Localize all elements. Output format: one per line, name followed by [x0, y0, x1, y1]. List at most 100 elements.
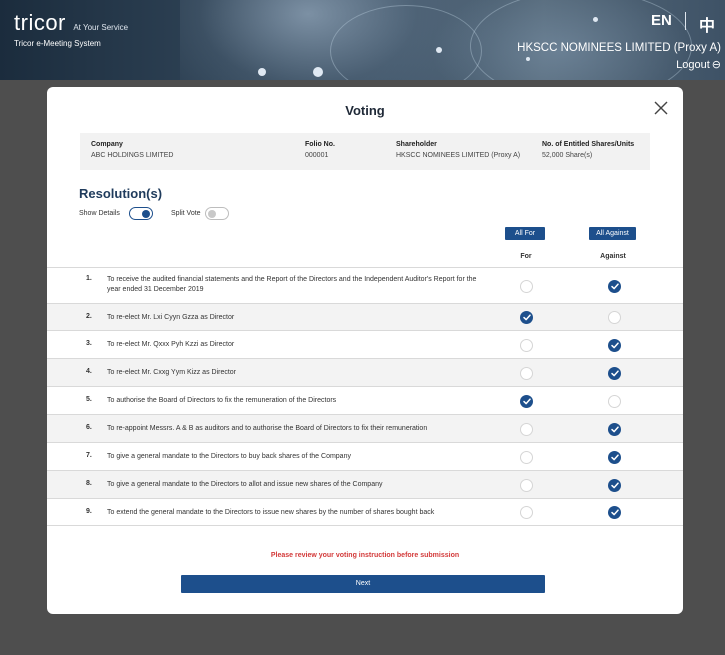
vote-for-radio[interactable] [520, 311, 533, 324]
check-icon [522, 398, 531, 405]
review-warning: Please review your voting instruction be… [270, 552, 460, 559]
vote-against-radio[interactable] [608, 367, 621, 380]
resolution-row: 9. To extend the general mandate to the D… [47, 499, 683, 526]
meeting-info-box: Company ABC HOLDINGS LIMITED Folio No. 0… [80, 133, 650, 170]
toggle-knob [142, 209, 150, 218]
resolutions-table: 1. To receive the audited financial state… [47, 267, 683, 526]
vote-against-radio[interactable] [608, 339, 621, 352]
check-icon [610, 509, 619, 516]
logout-label: Logout [676, 59, 710, 71]
language-separator [685, 12, 686, 30]
system-name: Tricor e-Meeting System [14, 39, 101, 48]
logout-link[interactable]: Logout ⊖ [676, 58, 721, 71]
next-button[interactable]: Next [181, 575, 545, 593]
vote-against-radio[interactable] [608, 395, 621, 408]
info-company-value: ABC HOLDINGS LIMITED [91, 152, 174, 159]
header-decor-dot [313, 67, 323, 77]
check-icon [610, 283, 619, 290]
resolution-row: 7. To give a general mandate to the Direc… [47, 443, 683, 471]
vote-for-radio[interactable] [520, 451, 533, 464]
resolution-text: To re-elect Mr. Qxxx Pyh Kzzi as Directo… [107, 341, 235, 348]
info-shares-label: No. of Entitled Shares/Units [542, 141, 635, 148]
tricor-logo: tricor At Your Service [14, 10, 128, 36]
check-icon [610, 454, 619, 461]
check-icon [610, 370, 619, 377]
resolution-number: 6. [86, 424, 92, 431]
vote-against-radio[interactable] [608, 280, 621, 293]
check-icon [610, 342, 619, 349]
info-folio: Folio No. 000001 [305, 141, 335, 159]
vote-against-radio[interactable] [608, 311, 621, 324]
language-zh-button[interactable]: 中 [699, 12, 715, 36]
check-icon [610, 482, 619, 489]
resolution-text: To extend the general mandate to the Dir… [107, 509, 435, 516]
info-folio-label: Folio No. [305, 141, 335, 148]
resolution-text: To re-appoint Messrs. A & B as auditors … [107, 425, 428, 432]
show-details-toggle[interactable] [129, 207, 153, 220]
show-details-label: Show Details [79, 210, 120, 217]
resolutions-title: Resolution(s) [79, 186, 163, 201]
vote-for-radio[interactable] [520, 479, 533, 492]
modal-title: Voting [345, 103, 385, 118]
vote-for-radio[interactable] [520, 506, 533, 519]
info-company-label: Company [91, 141, 123, 148]
check-icon [522, 314, 531, 321]
vote-against-radio[interactable] [608, 506, 621, 519]
info-company: Company ABC HOLDINGS LIMITED [91, 141, 173, 159]
resolution-row: 2. To re-elect Mr. Lxi Cyyn Gzza as Direc… [47, 304, 683, 331]
vote-for-radio[interactable] [520, 423, 533, 436]
header-decor-dot [593, 17, 598, 22]
voting-modal: Voting Company ABC HOLDINGS LIMITED Foli… [47, 87, 683, 614]
for-column-header: For [520, 253, 532, 260]
resolution-number: 1. [86, 275, 92, 282]
user-name: HKSCC NOMINEES LIMITED (Proxy A) [517, 42, 721, 54]
vote-against-radio[interactable] [608, 451, 621, 464]
close-button[interactable] [652, 99, 670, 117]
header-decor-dot [436, 47, 442, 53]
vote-for-radio[interactable] [520, 339, 533, 352]
toggle-knob [208, 209, 216, 218]
resolution-number: 5. [86, 396, 92, 403]
resolution-text: To give a general mandate to the Directo… [107, 481, 383, 488]
resolution-row: 8. To give a general mandate to the Direc… [47, 471, 683, 499]
resolution-number: 7. [86, 452, 92, 459]
resolution-row: 6. To re-appoint Messrs. A & B as auditor… [47, 415, 683, 443]
resolution-text: To give a general mandate to the Directo… [107, 453, 351, 460]
info-shares: No. of Entitled Shares/Units 52,000 Shar… [542, 141, 634, 159]
resolution-number: 9. [86, 508, 92, 515]
all-for-button[interactable]: All For [505, 227, 545, 240]
info-folio-value: 000001 [305, 152, 329, 159]
resolution-text: To re-elect Mr. Lxi Cyyn Gzza as Directo… [107, 314, 235, 321]
logo-tagline: At Your Service [73, 23, 129, 32]
app-header: tricor At Your Service Tricor e-Meeting … [0, 0, 725, 80]
split-vote-label: Split Vote [171, 210, 201, 217]
split-vote-toggle[interactable] [205, 207, 229, 220]
info-shareholder-value: HKSCC NOMINEES LIMITED (Proxy A) [396, 152, 521, 159]
vote-against-radio[interactable] [608, 423, 621, 436]
logout-icon: ⊖ [711, 59, 721, 71]
resolution-number: 8. [86, 480, 92, 487]
info-shares-value: 52,000 Share(s) [542, 152, 593, 159]
resolution-number: 4. [86, 368, 92, 375]
resolution-text: To re-elect Mr. Cxxg Yym Kizz as Directo… [107, 369, 237, 376]
against-column-header: Against [600, 253, 626, 260]
resolution-number: 3. [86, 340, 92, 347]
vote-for-radio[interactable] [520, 367, 533, 380]
close-icon [654, 101, 668, 115]
language-en-button[interactable]: EN [651, 12, 672, 29]
check-icon [610, 426, 619, 433]
info-shareholder: Shareholder HKSCC NOMINEES LIMITED (Prox… [396, 141, 520, 159]
resolution-row: 4. To re-elect Mr. Cxxg Yym Kizz as Direc… [47, 359, 683, 387]
vote-for-radio[interactable] [520, 395, 533, 408]
info-shareholder-label: Shareholder [396, 141, 437, 148]
logo-word: tricor [14, 10, 66, 35]
resolution-number: 2. [86, 313, 92, 320]
resolution-row: 1. To receive the audited financial state… [47, 268, 683, 304]
resolution-row: 5. To authorise the Board of Directors to… [47, 387, 683, 415]
resolution-text: To receive the audited financial stateme… [107, 276, 477, 293]
resolution-text: To authorise the Board of Directors to f… [107, 397, 337, 404]
vote-against-radio[interactable] [608, 479, 621, 492]
vote-for-radio[interactable] [520, 280, 533, 293]
all-against-button[interactable]: All Against [589, 227, 636, 240]
header-decor-dot [526, 57, 530, 61]
